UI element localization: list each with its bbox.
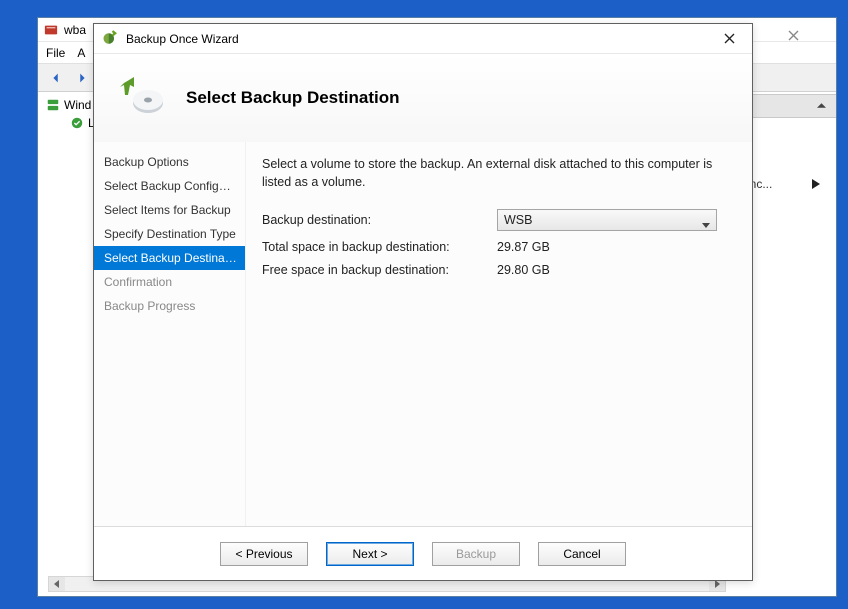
app-icon [44, 23, 58, 37]
step-backup-progress[interactable]: Backup Progress [94, 294, 245, 318]
close-icon [724, 33, 735, 44]
page-title: Select Backup Destination [186, 88, 400, 108]
step-backup-options[interactable]: Backup Options [94, 150, 245, 174]
wizard-main-panel: Select a volume to store the backup. An … [246, 142, 752, 526]
backup-node-icon [70, 116, 84, 130]
nav-back-button[interactable] [44, 67, 68, 89]
step-backup-config[interactable]: Select Backup Configurat... [94, 174, 245, 198]
row-free-space: Free space in backup destination: 29.80 … [262, 263, 732, 277]
parent-title: wba [64, 23, 86, 37]
wizard-steps-sidebar: Backup Options Select Backup Configurat.… [94, 142, 246, 526]
close-icon [788, 30, 799, 41]
menu-action[interactable]: A [77, 46, 85, 60]
chevron-up-icon [817, 103, 826, 109]
chevron-down-icon [702, 218, 710, 232]
label-total-space: Total space in backup destination: [262, 240, 497, 254]
value-free-space: 29.80 GB [497, 263, 550, 277]
previous-button[interactable]: < Previous [220, 542, 308, 566]
wizard-titlebar: Backup Once Wizard [94, 24, 752, 54]
backup-disc-icon [118, 73, 166, 124]
label-destination: Backup destination: [262, 213, 497, 227]
wizard-close-button[interactable] [708, 25, 750, 53]
destination-value: WSB [504, 213, 532, 227]
wizard-content: Backup Options Select Backup Configurat.… [94, 142, 752, 526]
wizard-header: Select Backup Destination [94, 54, 752, 142]
next-button[interactable]: Next > [326, 542, 414, 566]
scroll-left-button[interactable] [49, 577, 65, 591]
cancel-button[interactable]: Cancel [538, 542, 626, 566]
wizard-dialog: Backup Once Wizard Select Backup Destina… [93, 23, 753, 581]
step-confirmation[interactable]: Confirmation [94, 270, 245, 294]
wizard-footer: < Previous Next > Backup Cancel [94, 526, 752, 580]
menu-file[interactable]: File [46, 46, 65, 60]
nav-forward-button[interactable] [70, 67, 94, 89]
value-total-space: 29.87 GB [497, 240, 550, 254]
label-free-space: Free space in backup destination: [262, 263, 497, 277]
page-intro-text: Select a volume to store the backup. An … [262, 156, 732, 191]
destination-combobox[interactable]: WSB [497, 209, 717, 231]
step-destination-type[interactable]: Specify Destination Type [94, 222, 245, 246]
server-icon [46, 98, 60, 112]
step-select-destination[interactable]: Select Backup Destination [94, 246, 245, 270]
parent-close-button[interactable] [770, 20, 816, 50]
step-select-items[interactable]: Select Items for Backup [94, 198, 245, 222]
wizard-title: Backup Once Wizard [126, 32, 702, 46]
expand-arrow-icon[interactable] [812, 178, 820, 192]
row-total-space: Total space in backup destination: 29.87… [262, 240, 732, 254]
wizard-icon [102, 28, 120, 49]
backup-button: Backup [432, 542, 520, 566]
row-destination: Backup destination: WSB [262, 209, 732, 231]
